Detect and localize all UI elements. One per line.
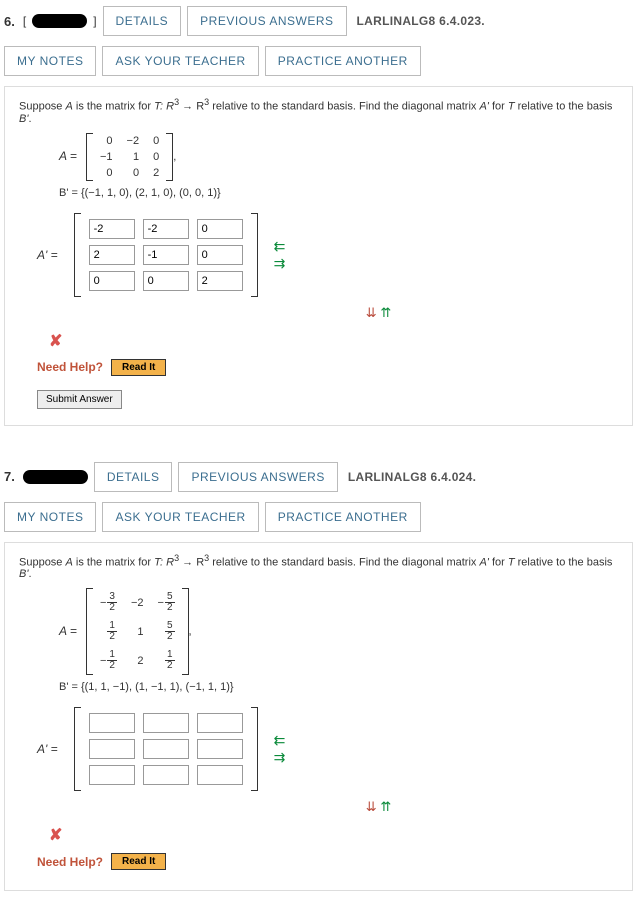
question-7: 7. DETAILS PREVIOUS ANSWERS LARLINALG8 6… <box>0 456 637 892</box>
question-reference: LARLINALG8 6.4.023. <box>353 14 485 28</box>
cell-0-0[interactable] <box>89 219 135 239</box>
cell-1-2[interactable] <box>197 739 243 759</box>
col-arrows-icon[interactable]: ⇇⇉ <box>274 732 286 766</box>
need-help-label: Need Help? <box>37 360 103 374</box>
action-buttons-row: MY NOTES ASK YOUR TEACHER PRACTICE ANOTH… <box>0 498 637 542</box>
cell-0-1[interactable] <box>143 219 189 239</box>
read-it-button[interactable]: Read It <box>111 853 166 870</box>
cell-2-1[interactable] <box>143 765 189 785</box>
row-arrows-icon[interactable]: ⇊ ⇈ <box>139 799 618 815</box>
previous-answers-button[interactable]: PREVIOUS ANSWERS <box>187 6 346 36</box>
cell-0-0[interactable] <box>89 713 135 733</box>
my-notes-button[interactable]: MY NOTES <box>4 46 96 76</box>
action-buttons-row: MY NOTES ASK YOUR TEACHER PRACTICE ANOTH… <box>0 42 637 86</box>
cell-1-1[interactable] <box>143 739 189 759</box>
question-content: Suppose A is the matrix for T: R3 → R3 r… <box>4 86 633 426</box>
basis-B-prime: B' = {(1, 1, −1), (1, −1, 1), (−1, 1, 1)… <box>59 681 618 693</box>
details-button[interactable]: DETAILS <box>103 6 182 36</box>
need-help-label: Need Help? <box>37 855 103 869</box>
cell-2-1[interactable] <box>143 271 189 291</box>
row-arrows-icon[interactable]: ⇊ ⇈ <box>139 305 618 321</box>
matrix-A: −32 −2 −52 12 1 52 −12 2 12 <box>93 588 182 675</box>
basis-B-prime: B' = {(−1, 1, 0), (2, 1, 0), (0, 0, 1)} <box>59 187 618 199</box>
answer-matrix-inputs <box>81 213 251 297</box>
need-help-row: Need Help? Read It <box>37 853 618 870</box>
cell-0-1[interactable] <box>143 713 189 733</box>
details-button[interactable]: DETAILS <box>94 462 173 492</box>
previous-answers-button[interactable]: PREVIOUS ANSWERS <box>178 462 337 492</box>
question-number: 7. <box>4 469 15 484</box>
A-prime-label: A' = <box>37 248 58 262</box>
cell-0-2[interactable] <box>197 713 243 733</box>
col-arrows-icon[interactable]: ⇇⇉ <box>274 238 286 272</box>
question-number: 6. <box>4 14 15 29</box>
points-redacted <box>23 470 88 484</box>
cell-2-2[interactable] <box>197 765 243 785</box>
answer-matrix-inputs <box>81 707 251 791</box>
need-help-row: Need Help? Read It <box>37 359 618 376</box>
question-header: 7. DETAILS PREVIOUS ANSWERS LARLINALG8 6… <box>0 456 637 498</box>
cell-1-0[interactable] <box>89 245 135 265</box>
question-reference: LARLINALG8 6.4.024. <box>344 470 476 484</box>
cell-1-0[interactable] <box>89 739 135 759</box>
ask-teacher-button[interactable]: ASK YOUR TEACHER <box>102 502 258 532</box>
submit-answer-button[interactable]: Submit Answer <box>37 390 122 409</box>
practice-another-button[interactable]: PRACTICE ANOTHER <box>265 502 421 532</box>
matrix-A: 0−20 −110 002 <box>93 133 166 181</box>
A-prime-label: A' = <box>37 742 58 756</box>
points-redacted <box>32 14 87 28</box>
cell-2-0[interactable] <box>89 765 135 785</box>
cell-2-0[interactable] <box>89 271 135 291</box>
ask-teacher-button[interactable]: ASK YOUR TEACHER <box>102 46 258 76</box>
answer-matrix-row: A' = <box>37 213 618 297</box>
question-prompt: Suppose A is the matrix for T: R3 → R3 r… <box>19 97 618 125</box>
my-notes-button[interactable]: MY NOTES <box>4 502 96 532</box>
practice-another-button[interactable]: PRACTICE ANOTHER <box>265 46 421 76</box>
cell-0-2[interactable] <box>197 219 243 239</box>
cell-1-2[interactable] <box>197 245 243 265</box>
read-it-button[interactable]: Read It <box>111 359 166 376</box>
cell-2-2[interactable] <box>197 271 243 291</box>
matrix-A-definition: A = 0−20 −110 002 , <box>59 133 618 181</box>
incorrect-icon: ✘ <box>49 331 618 351</box>
answer-matrix-row: A' = <box>37 707 618 791</box>
cell-1-1[interactable] <box>143 245 189 265</box>
matrix-A-definition: A = −32 −2 −52 12 1 52 −12 <box>59 588 618 675</box>
question-header: 6. [] DETAILS PREVIOUS ANSWERS LARLINALG… <box>0 0 637 42</box>
question-content: Suppose A is the matrix for T: R3 → R3 r… <box>4 542 633 892</box>
question-prompt: Suppose A is the matrix for T: R3 → R3 r… <box>19 553 618 581</box>
incorrect-icon: ✘ <box>49 825 618 845</box>
question-6: 6. [] DETAILS PREVIOUS ANSWERS LARLINALG… <box>0 0 637 426</box>
